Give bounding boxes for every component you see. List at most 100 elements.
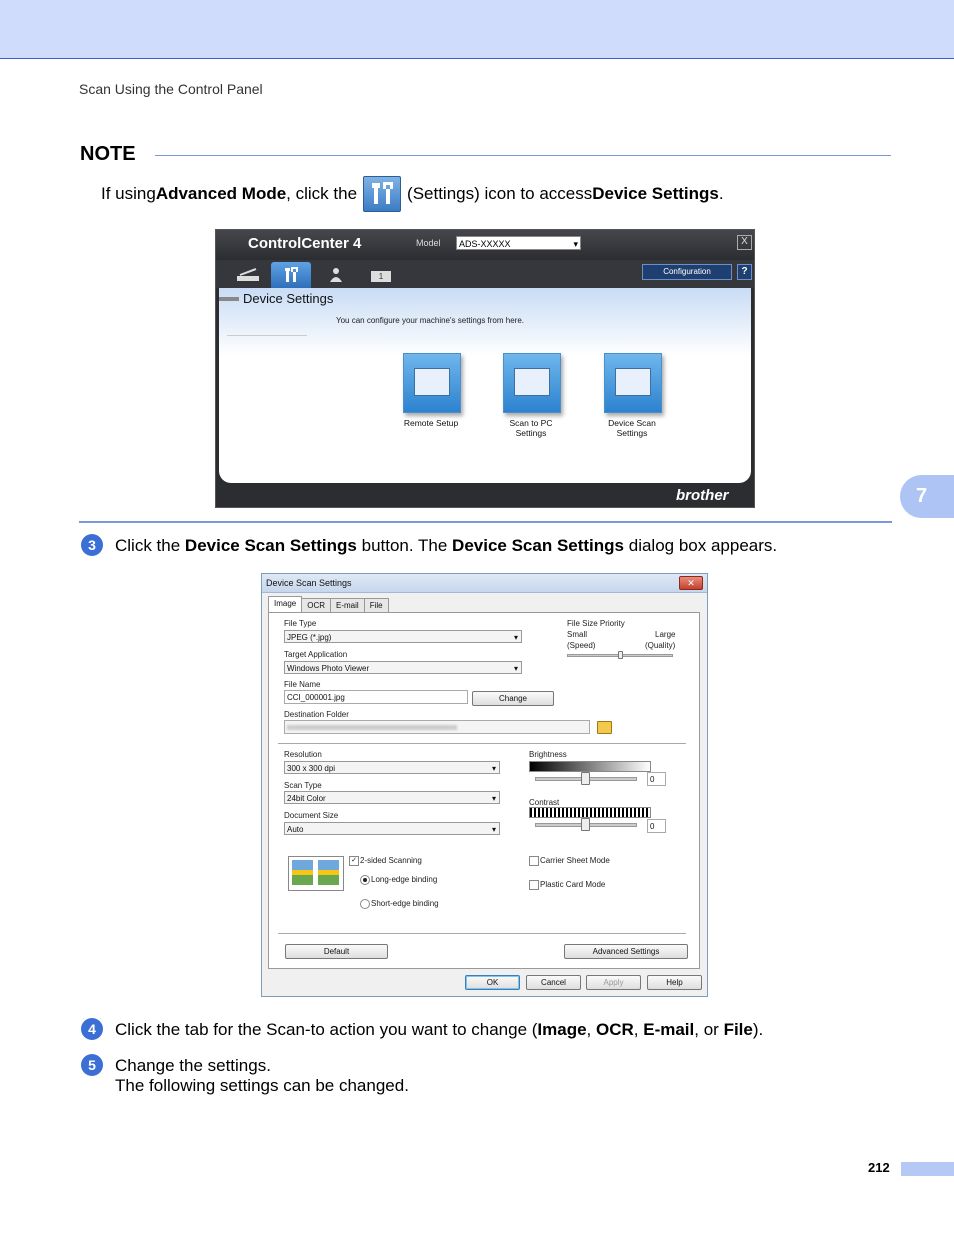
step-3-t2: button. The: [356, 536, 453, 555]
tab-ocr[interactable]: OCR: [301, 598, 332, 612]
cc-configuration-button[interactable]: Configuration: [642, 264, 732, 280]
settings-icon: [363, 176, 402, 212]
long-edge-label: Long-edge binding: [371, 875, 438, 884]
contrast-slider-thumb[interactable]: [581, 818, 590, 831]
step-3-t3: dialog box appears.: [624, 536, 778, 555]
cc-tab-number: 1: [371, 271, 391, 282]
target-app-label: Target Application: [284, 650, 348, 659]
file-type-label: File Type: [284, 619, 317, 628]
long-edge-radio[interactable]: [360, 875, 370, 885]
cc-tab-scan[interactable]: [228, 262, 268, 288]
dialog-close-icon[interactable]: ✕: [679, 576, 703, 590]
step-4-t2: ,: [586, 1020, 596, 1039]
note-bold-device-settings: Device Settings: [592, 184, 719, 203]
resolution-label: Resolution: [284, 750, 322, 759]
step-3-number: 3: [81, 534, 103, 556]
contrast-value-input[interactable]: 0: [647, 819, 666, 833]
cc-help-button[interactable]: ?: [737, 264, 752, 280]
speed-label: (Speed): [567, 641, 596, 650]
tab-file[interactable]: File: [363, 598, 389, 612]
step-4-t5: ).: [752, 1020, 764, 1039]
cc-tab-custom[interactable]: 1: [361, 262, 401, 288]
section-divider: [278, 743, 686, 744]
note-title: NOTE: [80, 143, 136, 165]
note-bold-advanced-mode: Advanced Mode: [155, 184, 287, 203]
change-button[interactable]: Change: [472, 691, 554, 706]
step-4-t4: , or: [694, 1020, 724, 1039]
dialog-image-tab-panel: File Type JPEG (*.jpg) Target Applicatio…: [268, 612, 700, 969]
cc-model-select[interactable]: ADS-XXXXX: [456, 236, 581, 251]
header-band: [0, 0, 954, 59]
carrier-sheet-checkbox[interactable]: [529, 856, 539, 866]
file-type-select[interactable]: JPEG (*.jpg): [284, 630, 522, 644]
two-sided-label: 2-sided Scanning: [360, 856, 422, 865]
step-4-number: 4: [81, 1018, 103, 1040]
step-4-text: Click the tab for the Scan-to action you…: [115, 1020, 763, 1040]
short-edge-radio[interactable]: [360, 899, 370, 909]
step-3-t1: Click the: [115, 536, 185, 555]
tab-image[interactable]: Image: [268, 596, 303, 612]
step-5-number: 5: [81, 1054, 103, 1076]
step-4-b3: E-mail: [643, 1020, 695, 1039]
folder-icon[interactable]: [597, 721, 612, 734]
contrast-pattern: [529, 807, 651, 818]
step-4-t1: Click the tab for the Scan-to action you…: [115, 1020, 538, 1039]
cc-model-label: Model: [416, 238, 441, 248]
destination-folder-label: Destination Folder: [284, 710, 349, 719]
brightness-label: Brightness: [529, 750, 567, 759]
step-4-t3: ,: [633, 1020, 644, 1039]
scan-type-label: Scan Type: [284, 781, 322, 790]
scan-to-pc-icon: [514, 368, 550, 396]
controlcenter-screenshot: ControlCenter 4 Model ADS-XXXXX X 1 Conf…: [215, 229, 755, 508]
tab-email[interactable]: E-mail: [330, 598, 365, 612]
brother-logo: brother: [676, 487, 729, 504]
apply-button[interactable]: Apply: [586, 975, 641, 990]
step-4-b2: OCR: [596, 1020, 634, 1039]
document-size-select[interactable]: Auto: [284, 822, 500, 836]
dialog-title: Device Scan Settings: [266, 578, 352, 588]
duplex-preview-image: [288, 856, 344, 891]
person-icon: [330, 268, 342, 282]
note-text-2: , click the: [286, 184, 358, 203]
cc-panel-marker: [219, 297, 239, 301]
step-3-b1: Device Scan Settings: [184, 536, 357, 555]
remote-setup-button[interactable]: [403, 353, 461, 413]
destination-folder-input[interactable]: [284, 720, 590, 734]
step-5-line-1: Change the settings.: [115, 1056, 271, 1075]
carrier-sheet-label: Carrier Sheet Mode: [540, 856, 610, 865]
scan-to-pc-settings-button[interactable]: [503, 353, 561, 413]
small-label: Small: [567, 630, 588, 639]
plastic-card-checkbox[interactable]: [529, 880, 539, 890]
brightness-value-input[interactable]: 0: [647, 772, 666, 786]
file-size-priority-label: File Size Priority: [567, 619, 625, 628]
step-4-b4: File: [723, 1020, 753, 1039]
step-4-b1: Image: [537, 1020, 587, 1039]
file-name-label: File Name: [284, 680, 321, 689]
brightness-slider-thumb[interactable]: [581, 772, 590, 785]
tools-icon: [285, 267, 298, 282]
cancel-button[interactable]: Cancel: [526, 975, 581, 990]
note-text-3: (Settings) icon to access: [407, 184, 593, 203]
ok-button[interactable]: OK: [465, 975, 520, 990]
step-3-b2: Device Scan Settings: [452, 536, 625, 555]
cc-tab-device-settings[interactable]: [271, 262, 311, 288]
cc-close-button[interactable]: X: [737, 235, 752, 250]
resolution-select[interactable]: 300 x 300 dpi: [284, 761, 500, 775]
target-app-select[interactable]: Windows Photo Viewer: [284, 661, 522, 675]
note-text-4: .: [718, 184, 724, 203]
default-button[interactable]: Default: [285, 944, 388, 959]
section-header: Scan Using the Control Panel: [79, 81, 263, 97]
cc-tab-user[interactable]: [316, 262, 356, 288]
cc-divider: [227, 335, 307, 336]
file-name-input[interactable]: CCI_000001.jpg: [284, 690, 468, 704]
two-sided-checkbox[interactable]: ✓: [349, 856, 359, 866]
note-bottom-divider: [79, 521, 892, 523]
device-scan-settings-button[interactable]: [604, 353, 662, 413]
help-button[interactable]: Help: [647, 975, 702, 990]
cc-logo: ControlCenter 4: [248, 235, 362, 252]
advanced-settings-button[interactable]: Advanced Settings: [564, 944, 688, 959]
cc-panel-subtitle: You can configure your machine's setting…: [336, 316, 524, 325]
scan-type-select[interactable]: 24bit Color: [284, 791, 500, 805]
file-size-slider-thumb[interactable]: [618, 651, 623, 659]
device-scan-label: Device Scan Settings: [608, 418, 656, 438]
